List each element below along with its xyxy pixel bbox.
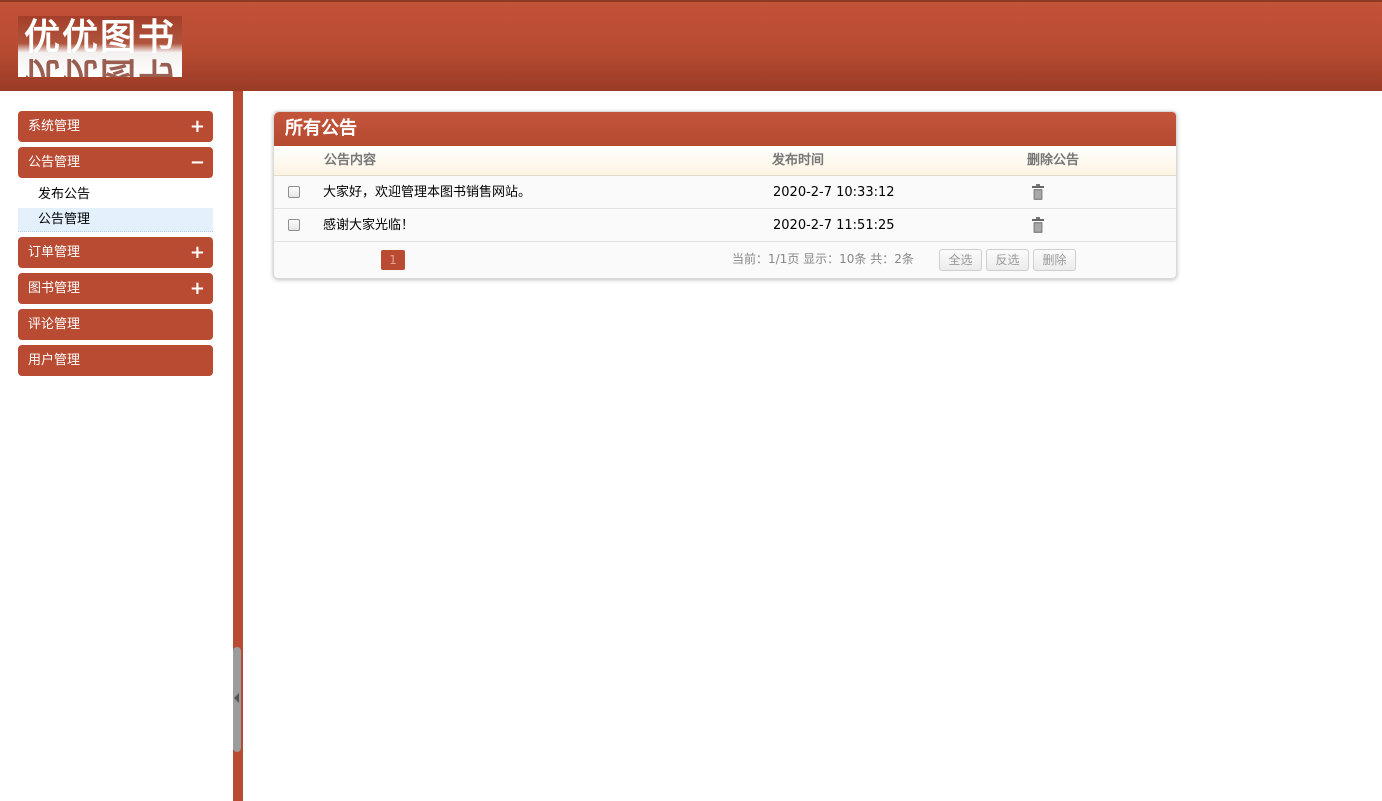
- delete-selected-button[interactable]: 删除: [1033, 249, 1076, 271]
- row-checkbox[interactable]: [288, 186, 300, 198]
- menu-label: 评论管理: [28, 317, 81, 332]
- table-row: 感谢大家光临！ 2020-2-7 11:51:25: [274, 209, 1176, 242]
- notices-panel: 所有公告 公告内容 发布时间 删除公告 大家好，欢迎管理本图书销售网站。 202…: [273, 111, 1177, 279]
- row-checkbox[interactable]: [288, 219, 300, 231]
- menu-order-management[interactable]: 订单管理 +: [18, 237, 213, 268]
- expand-plus-icon[interactable]: +: [190, 273, 205, 304]
- logo-reflection: 优优图书: [23, 54, 176, 77]
- collapse-minus-icon[interactable]: −: [190, 147, 205, 178]
- column-header-delete: 删除公告: [1027, 153, 1080, 168]
- page-number-button[interactable]: 1: [381, 250, 405, 270]
- panel-title: 所有公告: [274, 112, 1176, 146]
- column-header-time: 发布时间: [772, 153, 825, 168]
- pagination-info: 当前：1/1页 显示：10条 共：2条: [732, 252, 914, 266]
- invert-selection-button[interactable]: 反选: [986, 249, 1029, 271]
- menu-label: 图书管理: [28, 281, 81, 296]
- sub-item-label: 发布公告: [38, 187, 91, 202]
- table-header: 公告内容 发布时间 删除公告: [274, 146, 1176, 176]
- menu-label: 订单管理: [28, 245, 81, 260]
- column-header-content: 公告内容: [324, 153, 377, 168]
- menu-label: 系统管理: [28, 119, 81, 134]
- expand-plus-icon[interactable]: +: [190, 237, 205, 268]
- top-header: 优优图书 优优图书: [0, 0, 1382, 91]
- sub-item-notice-management[interactable]: 公告管理: [18, 208, 213, 232]
- trash-icon[interactable]: [1032, 184, 1044, 200]
- menu-book-management[interactable]: 图书管理 +: [18, 273, 213, 304]
- sidebar-splitter[interactable]: [233, 91, 243, 801]
- notice-content: 感谢大家光临！: [323, 218, 415, 233]
- expand-plus-icon[interactable]: +: [190, 111, 205, 142]
- trash-icon[interactable]: [1032, 217, 1044, 233]
- sidebar: 系统管理 + 公告管理 − 发布公告 公告管理 订单管理 + 图书管理 + 评论…: [0, 91, 233, 801]
- sub-item-label: 公告管理: [38, 212, 91, 227]
- menu-system-management[interactable]: 系统管理 +: [18, 111, 213, 142]
- logo-text: 优优图书: [23, 17, 176, 58]
- notice-time: 2020-2-7 10:33:12: [773, 185, 895, 200]
- splitter-handle[interactable]: [233, 647, 241, 752]
- pagination-bar: 1 当前：1/1页 显示：10条 共：2条 全选 反选 删除: [274, 242, 1176, 278]
- notice-content: 大家好，欢迎管理本图书销售网站。: [323, 185, 532, 200]
- site-logo[interactable]: 优优图书 优优图书: [18, 16, 182, 77]
- menu-notice-management[interactable]: 公告管理 −: [18, 147, 213, 178]
- sub-item-publish-notice[interactable]: 发布公告: [18, 183, 213, 207]
- table-row: 大家好，欢迎管理本图书销售网站。 2020-2-7 10:33:12: [274, 176, 1176, 209]
- menu-label: 公告管理: [28, 155, 81, 170]
- menu-user-management[interactable]: 用户管理: [18, 345, 213, 376]
- menu-label: 用户管理: [28, 353, 81, 368]
- notice-time: 2020-2-7 11:51:25: [773, 218, 895, 233]
- collapse-left-arrow-icon[interactable]: [234, 693, 239, 703]
- select-all-button[interactable]: 全选: [939, 249, 982, 271]
- menu-comment-management[interactable]: 评论管理: [18, 309, 213, 340]
